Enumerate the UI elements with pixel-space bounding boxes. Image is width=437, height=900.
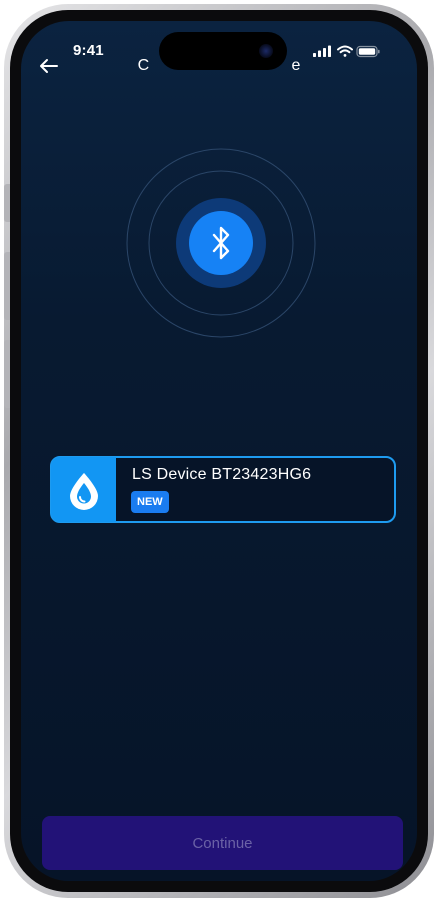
device-thumbnail [51,457,116,522]
cellular-signal-icon [313,45,331,57]
status-time: 9:41 [73,42,104,59]
battery-icon [356,45,380,58]
continue-button[interactable]: Continue [42,816,403,870]
page-title: C e [137,57,301,74]
front-camera [259,44,273,58]
arrow-left-icon [40,59,58,73]
device-list-item[interactable]: LS Device BT23423HG6 NEW [50,456,396,523]
bluetooth-scanner [125,147,317,339]
new-badge: NEW [131,491,169,513]
app-screen: 9:41 C e LS Device BT23423HG6 NEW Contin… [21,21,417,881]
status-icons [311,43,381,59]
wifi-icon [337,45,353,57]
back-button[interactable] [37,54,61,78]
water-drop-icon [69,472,98,510]
device-name: LS Device BT23423HG6 [132,466,312,483]
